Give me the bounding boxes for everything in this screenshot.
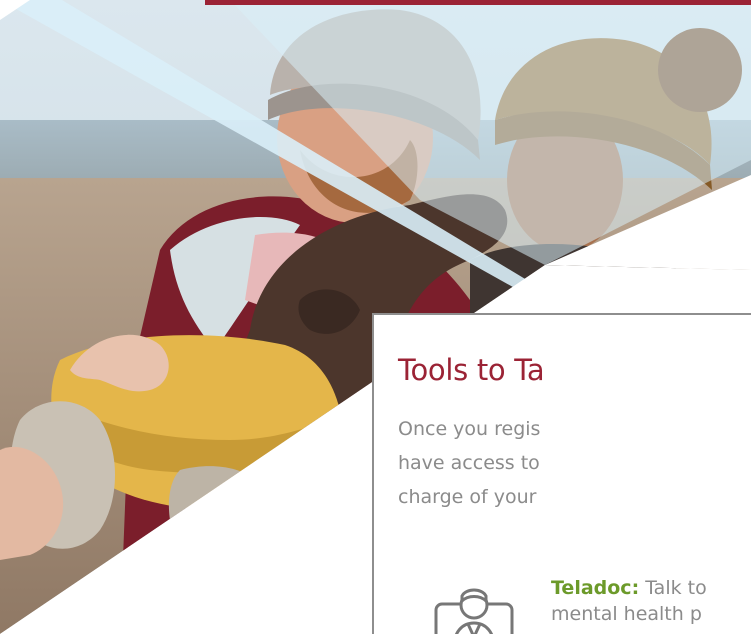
card-intro-line: charge of your <box>398 486 537 508</box>
card-intro-line: have access to <box>398 452 540 474</box>
card-intro: Once you regis have access to charge of … <box>398 412 751 514</box>
tool-description: Teladoc: Talk to mental health p <box>551 575 751 627</box>
doctor-video-call-icon <box>434 588 514 634</box>
tool-item-teladoc: Teladoc: Talk to mental health p <box>434 573 751 634</box>
tool-text-line2: mental health p <box>551 603 702 625</box>
page: Tools to Ta Once you regis have access t… <box>0 0 751 634</box>
tool-text-line1: Talk to <box>639 577 707 599</box>
card-title: Tools to Ta <box>398 353 545 387</box>
accent-band <box>205 0 751 5</box>
tool-name: Teladoc: <box>551 577 640 599</box>
info-card: Tools to Ta Once you regis have access t… <box>372 313 751 634</box>
card-intro-line: Once you regis <box>398 418 541 440</box>
